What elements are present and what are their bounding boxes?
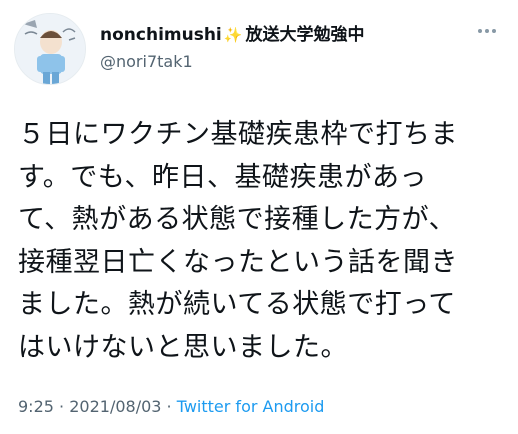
tweet-time[interactable]: 9:25	[18, 397, 54, 416]
tweet-card: nonchimushi ✨ 放送大学勉強中 @nori7tak1 ５日にワクチン…	[0, 0, 518, 434]
tweet-meta: 9:25 · 2021/08/03 · Twitter for Android	[18, 396, 324, 418]
tweet-line: ました。熱が続いてる状態で打って	[18, 289, 456, 320]
dot	[492, 29, 496, 33]
meta-separator: ·	[166, 397, 172, 416]
tweet-line: て、熱がある状態で接種した方が、	[18, 204, 457, 235]
meta-separator: ·	[59, 397, 65, 416]
user-avatar-icon[interactable]	[14, 13, 86, 85]
tweet-source-link[interactable]: Twitter for Android	[177, 397, 325, 416]
tweet-date[interactable]: 2021/08/03	[69, 397, 161, 416]
display-name-text: nonchimushi	[100, 25, 222, 45]
dot	[485, 29, 489, 33]
more-dots-icon[interactable]	[474, 25, 500, 37]
tweet-line: 接種翌日亡くなったという話を聞き	[18, 246, 458, 278]
tweet-text: ５日にワクチン基礎疾患枠で打ちま す。でも、昨日、基礎疾患があっ て、熱がある状…	[18, 114, 506, 369]
avatar-illustration	[15, 14, 85, 84]
user-handle[interactable]: @nori7tak1	[100, 52, 193, 72]
display-name-suffix: 放送大学勉強中	[245, 25, 365, 45]
dot	[478, 29, 482, 33]
tweet-line: はいけないと思いました。	[18, 331, 348, 363]
sparkles-icon: ✨	[223, 26, 243, 44]
display-name[interactable]: nonchimushi ✨ 放送大学勉強中	[100, 25, 364, 45]
tweet-line: ５日にワクチン基礎疾患枠で打ちま	[18, 119, 458, 150]
tweet-line: す。でも、昨日、基礎疾患があっ	[18, 161, 427, 193]
